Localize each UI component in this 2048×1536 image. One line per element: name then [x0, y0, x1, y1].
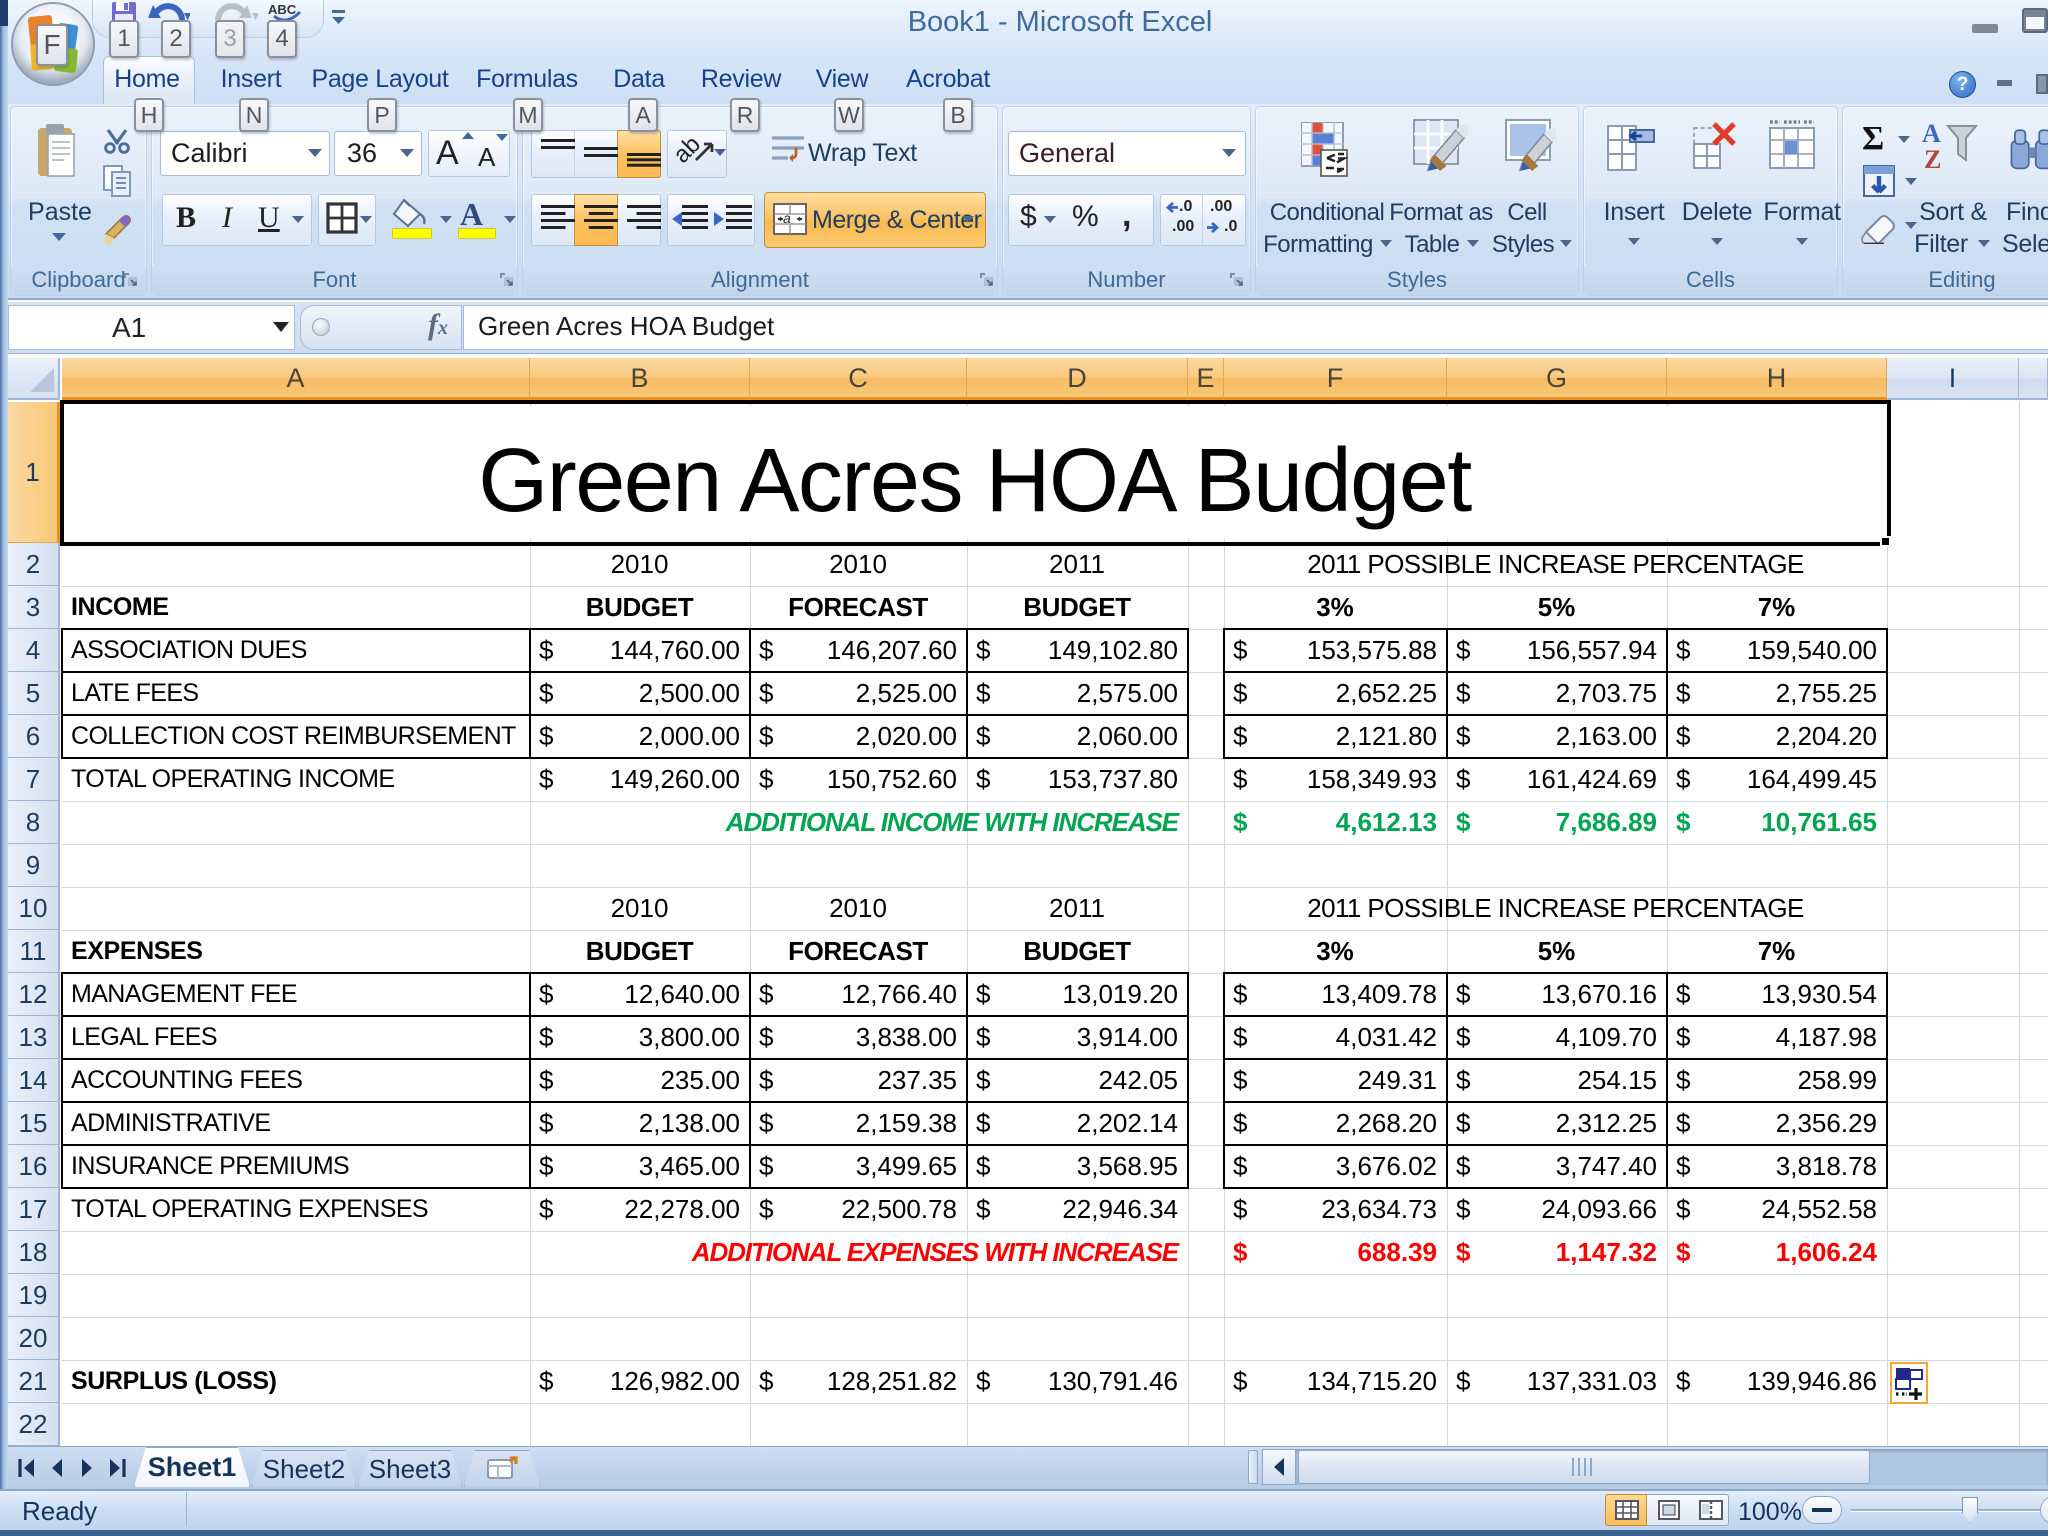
- svg-text:a: a: [783, 210, 791, 226]
- svg-text:A: A: [1922, 120, 1941, 148]
- svg-text:Z: Z: [1924, 145, 1941, 174]
